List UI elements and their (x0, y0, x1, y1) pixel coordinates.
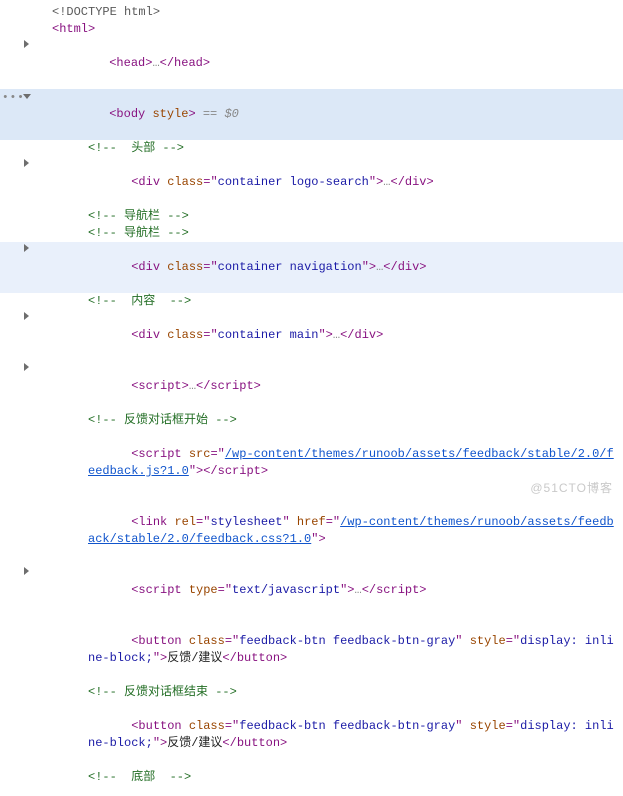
class-value: container navigation (218, 260, 362, 274)
body-close-angle: > (188, 107, 195, 121)
comment-nav-2[interactable]: <!-- 导航栏 --> (0, 225, 623, 242)
expand-arrow-icon[interactable] (24, 244, 29, 252)
button-feedback-2[interactable]: <button class="feedback-btn feedback-btn… (0, 701, 623, 769)
more-dots-icon[interactable]: ••• (2, 90, 25, 107)
watermark: @51CTO博客 (530, 480, 613, 497)
ellipsis: … (152, 56, 159, 70)
body-line-selected[interactable]: ••• <body style> == $0 (0, 89, 623, 140)
doctype-line[interactable]: <!DOCTYPE html> (0, 4, 623, 21)
script-plain[interactable]: <script>…</script> (0, 361, 623, 412)
comment-text: <!-- 反馈对话框结束 --> (88, 685, 237, 699)
html-open: <html> (52, 22, 95, 36)
class-value: container main (218, 328, 319, 342)
head-open: <head> (109, 56, 152, 70)
comment-text: <!-- 导航栏 --> (88, 226, 189, 240)
comment-feedback-start[interactable]: <!-- 反馈对话框开始 --> (0, 412, 623, 429)
comment-text: <!-- 底部 --> (88, 770, 191, 784)
expand-arrow-icon[interactable] (24, 567, 29, 575)
comment-nav-1[interactable]: <!-- 导航栏 --> (0, 208, 623, 225)
link-feedback-css[interactable]: <link rel="stylesheet" href="/wp-content… (0, 497, 623, 565)
comment-text: <!-- 内容 --> (88, 294, 191, 308)
html-open-line[interactable]: <html> (0, 21, 623, 38)
comment-feedback-end[interactable]: <!-- 反馈对话框结束 --> (0, 684, 623, 701)
devtools-elements-tree[interactable]: <!DOCTYPE html> <html> <head>…</head> ••… (0, 0, 623, 796)
div-logo-search[interactable]: <div class="container logo-search">…</di… (0, 157, 623, 208)
comment-text: <!-- 导航栏 --> (88, 209, 189, 223)
expand-arrow-icon[interactable] (24, 159, 29, 167)
expand-arrow-icon[interactable] (24, 363, 29, 371)
button-text: 反馈/建议 (167, 651, 222, 665)
comment-content[interactable]: <!-- 内容 --> (0, 293, 623, 310)
expand-arrow-icon[interactable] (24, 312, 29, 320)
comment-header[interactable]: <!-- 头部 --> (0, 140, 623, 157)
button-feedback-1[interactable]: <button class="feedback-btn feedback-btn… (0, 616, 623, 684)
comment-footer[interactable]: <!-- 底部 --> (0, 769, 623, 786)
eq-text: == (196, 107, 225, 121)
comment-text: <!-- 反馈对话框开始 --> (88, 413, 237, 427)
class-value: container logo-search (218, 175, 369, 189)
script-type-js[interactable]: <script type="text/javascript">…</script… (0, 565, 623, 616)
head-line[interactable]: <head>…</head> (0, 38, 623, 89)
doctype-text: <!DOCTYPE html> (52, 5, 160, 19)
comment-text: <!-- 头部 --> (88, 141, 184, 155)
dollar-zero: $0 (224, 107, 238, 121)
div-navigation[interactable]: <div class="container navigation">…</div… (0, 242, 623, 293)
body-open: <body (109, 107, 152, 121)
div-main[interactable]: <div class="container main">…</div> (0, 310, 623, 361)
body-style-attr: style (152, 107, 188, 121)
button-text: 反馈/建议 (167, 736, 222, 750)
collapse-arrow-icon[interactable] (23, 94, 31, 99)
head-close: </head> (160, 56, 210, 70)
expand-arrow-icon[interactable] (24, 40, 29, 48)
